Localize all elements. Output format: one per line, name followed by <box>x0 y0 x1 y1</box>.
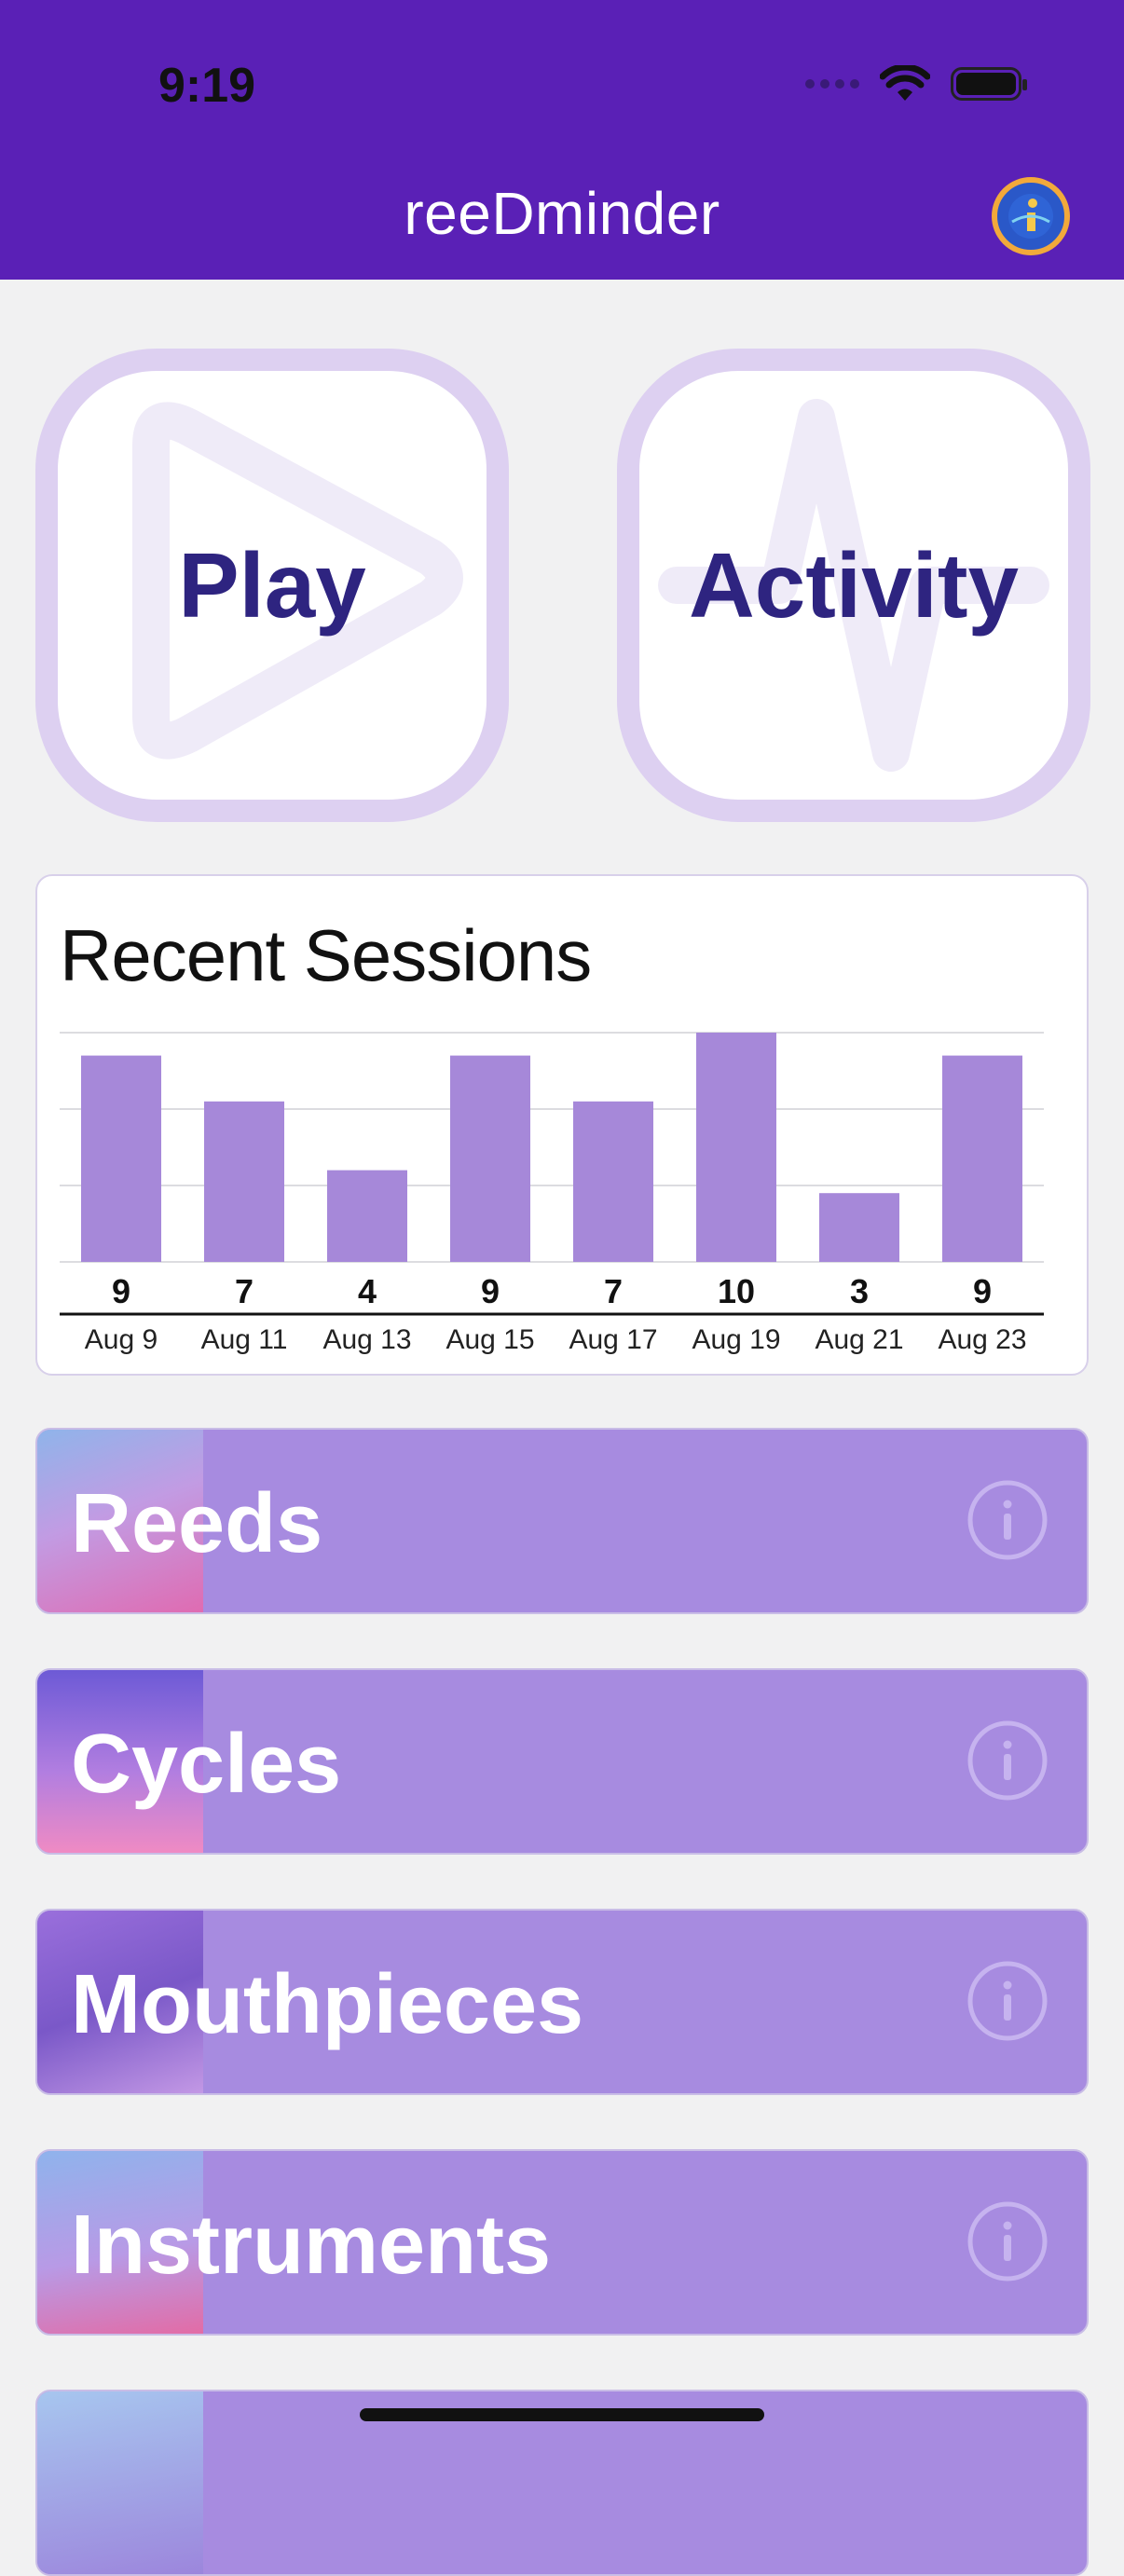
chart-category-label: Aug 9 <box>85 1324 158 1355</box>
chart-data-label: 9 <box>973 1272 992 1310</box>
play-tile[interactable]: Play <box>35 349 509 822</box>
activity-tile[interactable]: Activity <box>617 349 1090 822</box>
info-logo-icon <box>1008 194 1053 239</box>
musician-illustration <box>37 2391 203 2574</box>
chart-category-label: Aug 11 <box>201 1324 288 1355</box>
chart-bar <box>696 1033 776 1262</box>
chart-bar <box>204 1101 284 1262</box>
activity-label: Activity <box>688 533 1019 637</box>
wifi-icon <box>880 65 930 101</box>
chart-category-label: Aug 23 <box>938 1324 1026 1355</box>
status-time: 9:19 <box>158 59 256 113</box>
chart-bar <box>450 1055 530 1262</box>
app-title: reeDminder <box>404 180 720 247</box>
chart-bar <box>942 1055 1022 1262</box>
app-info-button[interactable] <box>992 177 1070 255</box>
nav-header: 9:19 reeDminder <box>0 0 1124 280</box>
info-circle-icon[interactable] <box>966 1719 1049 1802</box>
chart-bar <box>573 1101 653 1262</box>
chart-data-label: 4 <box>358 1272 377 1310</box>
chart-data-label: 9 <box>481 1272 500 1310</box>
chart-data-label: 10 <box>718 1272 755 1310</box>
recent-sessions-chart: 9 Aug 9 7 Aug 11 4 Aug 13 9 Aug 15 7 Aug 17 10 Aug … <box>60 1032 1044 1355</box>
home-indicator <box>360 2408 764 2421</box>
list-item-label: Mouthpieces <box>71 1958 584 2051</box>
chart-data-label: 9 <box>112 1272 130 1310</box>
list-item-cycles[interactable]: Cycles <box>35 1668 1089 1855</box>
chart-bar <box>819 1193 899 1262</box>
chart-category-label: Aug 21 <box>815 1324 903 1355</box>
list-item-instruments[interactable]: Instruments <box>35 2149 1089 2336</box>
chart-data-label: 7 <box>604 1272 623 1310</box>
info-circle-icon[interactable] <box>966 1478 1049 1562</box>
recent-sessions-card[interactable]: Recent Sessions 9 Aug 9 7 Aug 11 4 Aug 13 9 Aug… <box>35 874 1089 1376</box>
chart-category-label: Aug 15 <box>445 1324 534 1355</box>
status-icons <box>805 65 1027 103</box>
info-circle-icon[interactable] <box>966 1959 1049 2043</box>
signal-icon <box>805 79 859 89</box>
info-circle-icon[interactable] <box>966 2199 1049 2283</box>
battery-icon <box>951 67 1027 101</box>
list-item-label: Instruments <box>71 2199 552 2292</box>
chart-data-label: 7 <box>235 1272 254 1310</box>
chart-data-label: 3 <box>850 1272 869 1310</box>
chart-category-label: Aug 19 <box>692 1324 780 1355</box>
list-item-label: Cycles <box>71 1718 342 1811</box>
chart-bar <box>81 1055 161 1262</box>
list-item-reeds[interactable]: Reeds <box>35 1428 1089 1614</box>
chart-category-label: Aug 17 <box>569 1324 657 1355</box>
chart-bar <box>327 1170 407 1262</box>
list-item-mouthpieces[interactable]: Mouthpieces <box>35 1909 1089 2095</box>
list-item-label: Reeds <box>71 1477 323 1570</box>
chart-category-label: Aug 13 <box>322 1324 411 1355</box>
play-label: Play <box>178 533 366 637</box>
